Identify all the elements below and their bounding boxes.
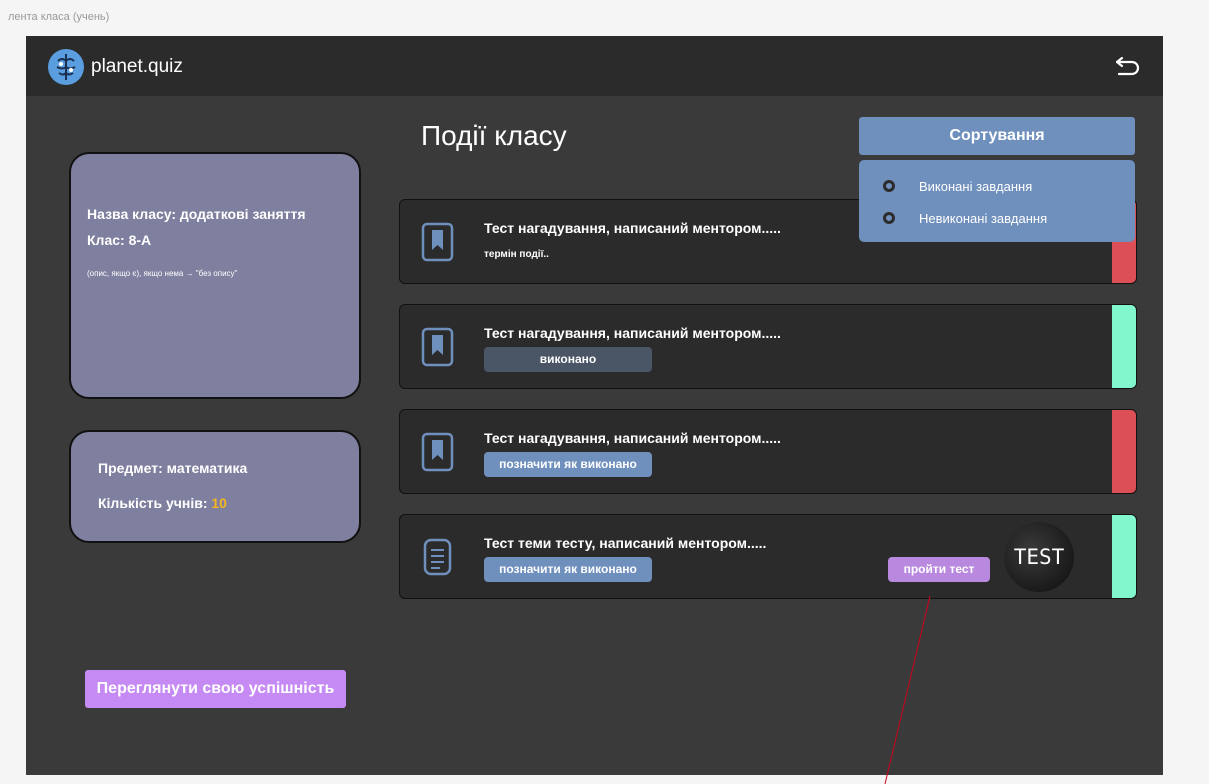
bookmark-icon — [421, 432, 454, 472]
brain-globe-icon — [48, 49, 84, 85]
event-status-stripe — [1112, 515, 1136, 598]
sort-option-label: Невиконані завдання — [919, 210, 1048, 226]
sort-option-not-done[interactable]: Невиконані завдання — [883, 208, 1047, 228]
view-performance-button[interactable]: Переглянути свою успішність — [85, 670, 346, 708]
event-deadline: термін події.. — [484, 249, 549, 260]
event-card[interactable]: Тест нагадування, написаний ментором....… — [399, 304, 1137, 389]
event-title: Тест теми тесту, написаний ментором..... — [484, 535, 767, 551]
sort-option-done[interactable]: Виконані завдання — [883, 176, 1032, 196]
radio-icon[interactable] — [883, 180, 895, 192]
bookmark-icon — [421, 327, 454, 367]
sort-option-label: Виконані завдання — [919, 178, 1033, 194]
event-card[interactable]: Тест теми тесту, написаний ментором.....… — [399, 514, 1137, 599]
event-card[interactable]: Тест нагадування, написаний ментором....… — [399, 409, 1137, 494]
subject-line: Предмет: математика — [98, 460, 248, 476]
page-title: Події класу — [421, 120, 567, 151]
done-badge: виконано — [484, 347, 652, 372]
class-name: Назва класу: додаткові заняття — [87, 206, 306, 222]
class-info-card: Назва класу: додаткові заняття Клас: 8-А… — [69, 152, 361, 399]
app-window: planet.quiz Події класу Назва класу: дод… — [26, 36, 1163, 775]
radio-icon[interactable] — [883, 212, 895, 224]
event-title: Тест нагадування, написаний ментором....… — [484, 325, 781, 341]
mark-done-button[interactable]: позначити як виконано — [484, 557, 652, 582]
event-title: Тест нагадування, написаний ментором....… — [484, 430, 781, 446]
class-description: (опис, якщо є), якщо нема → "без опису" — [87, 269, 238, 278]
brand-name[interactable]: planet.quiz — [91, 56, 183, 78]
students-line: Кількість учнів: 10 — [98, 495, 227, 511]
mark-done-button[interactable]: позначити як виконано — [484, 452, 652, 477]
test-image-text: TEST — [1013, 545, 1065, 569]
students-label: Кількість учнів: — [98, 495, 212, 511]
event-title: Тест нагадування, написаний ментором....… — [484, 220, 781, 236]
top-bar: planet.quiz — [26, 36, 1163, 96]
event-status-stripe — [1112, 305, 1136, 388]
undo-arrow-icon[interactable] — [1113, 51, 1143, 81]
class-grade: Клас: 8-А — [87, 232, 152, 248]
document-icon — [421, 537, 454, 577]
test-image: TEST — [1004, 522, 1074, 592]
take-test-button[interactable]: пройти тест — [888, 557, 990, 582]
students-count: 10 — [211, 495, 227, 511]
sort-button[interactable]: Сортування — [859, 117, 1135, 155]
event-status-stripe — [1112, 410, 1136, 493]
sort-dropdown: Виконані завдання Невиконані завдання — [859, 160, 1135, 242]
subject-info-card: Предмет: математика Кількість учнів: 10 — [69, 430, 361, 543]
frame-label: лента класа (учень) — [8, 11, 110, 23]
bookmark-icon — [421, 222, 454, 262]
